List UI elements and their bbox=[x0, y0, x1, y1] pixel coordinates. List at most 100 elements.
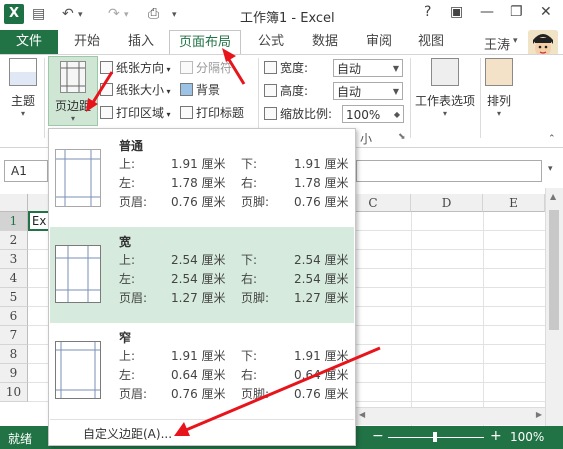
height-select[interactable]: 自动 ▼ bbox=[333, 82, 403, 100]
background-button[interactable]: 背景 bbox=[180, 80, 220, 100]
redo-icon[interactable]: ↷ bbox=[108, 6, 120, 22]
value-bottom: 2.54 厘米 bbox=[294, 253, 349, 267]
value-top: 1.91 厘米 bbox=[171, 349, 226, 363]
row-header[interactable]: 6 bbox=[0, 307, 28, 326]
row-header[interactable]: 3 bbox=[0, 250, 28, 269]
tab-review[interactable]: 审阅 bbox=[356, 30, 402, 54]
size-button[interactable]: 纸张大小 ▾ bbox=[100, 80, 171, 100]
value-right: 0.64 厘米 bbox=[294, 368, 349, 382]
row-header[interactable]: 10 bbox=[0, 383, 28, 402]
tab-formulas[interactable]: 公式 bbox=[248, 30, 294, 54]
collapse-ribbon-icon[interactable]: ⌃ bbox=[548, 134, 556, 144]
minimize-button[interactable]: — bbox=[480, 4, 494, 20]
customize-toolbar-icon[interactable]: ▾ bbox=[172, 10, 177, 20]
dialog-launcher-icon[interactable]: ⬊ bbox=[398, 132, 406, 142]
background-icon bbox=[180, 83, 193, 96]
grid-line bbox=[483, 212, 484, 426]
row-header[interactable]: 4 bbox=[0, 269, 28, 288]
margin-option-normal[interactable]: 普通 上: 1.91 厘米 下: 1.91 厘米 左: 1.78 厘米 右: 1… bbox=[50, 131, 354, 227]
restore-button[interactable]: ❐ bbox=[510, 4, 523, 20]
active-cell[interactable]: Ex bbox=[28, 211, 50, 231]
expand-formula-icon[interactable]: ▾ bbox=[548, 164, 553, 174]
breaks-label: 分隔符 bbox=[196, 61, 233, 75]
row-header[interactable]: 2 bbox=[0, 231, 28, 250]
name-box[interactable]: A1 bbox=[4, 160, 48, 182]
label-right: 右: bbox=[241, 176, 258, 190]
ribbon-divider bbox=[410, 58, 411, 138]
breaks-button[interactable]: 分隔符 bbox=[180, 58, 232, 78]
arrange-label: 排列 bbox=[486, 94, 511, 108]
custom-margins-item[interactable]: 自定义边距(A)... bbox=[83, 425, 172, 442]
chevron-down-icon: ▼ bbox=[392, 87, 399, 96]
tab-insert[interactable]: 插入 bbox=[116, 30, 166, 54]
undo-icon[interactable]: ↶ bbox=[62, 6, 74, 22]
scale-icon bbox=[264, 107, 277, 120]
scroll-left-icon[interactable]: ◀ bbox=[359, 410, 365, 419]
themes-button[interactable]: 主题 ▾ bbox=[4, 58, 42, 118]
help-button[interactable]: ? bbox=[424, 4, 431, 20]
print-preview-icon[interactable]: ⎙ bbox=[148, 6, 159, 22]
print-titles-button[interactable]: 打印标题 bbox=[180, 103, 244, 123]
value-bottom: 1.91 厘米 bbox=[294, 157, 349, 171]
tab-file[interactable]: 文件 bbox=[0, 30, 58, 54]
zoom-out-button[interactable]: − bbox=[372, 428, 384, 444]
margin-option-wide[interactable]: 宽 上: 2.54 厘米 下: 2.54 厘米 左: 2.54 厘米 右: 2.… bbox=[50, 227, 354, 323]
margins-label: 页边距 bbox=[54, 99, 91, 113]
label-top: 上: bbox=[119, 157, 136, 171]
margin-option-title: 宽 bbox=[119, 235, 132, 249]
zoom-slider-thumb[interactable] bbox=[433, 432, 437, 442]
formula-input[interactable] bbox=[356, 160, 542, 182]
margin-option-title: 窄 bbox=[119, 331, 132, 345]
zoom-in-button[interactable]: + bbox=[490, 428, 502, 444]
spinner-icon[interactable]: ◆ bbox=[394, 106, 400, 124]
margins-icon bbox=[60, 61, 86, 93]
row-header[interactable]: 7 bbox=[0, 326, 28, 345]
zoom-level[interactable]: 100% bbox=[510, 430, 544, 444]
ribbon-display-icon[interactable]: ▣ bbox=[450, 4, 463, 20]
close-button[interactable]: ✕ bbox=[540, 4, 552, 20]
row-header[interactable]: 9 bbox=[0, 364, 28, 383]
tab-data[interactable]: 数据 bbox=[302, 30, 348, 54]
value-left: 2.54 厘米 bbox=[171, 272, 226, 286]
scrollbar-thumb[interactable] bbox=[549, 210, 559, 330]
ribbon-divider bbox=[480, 58, 481, 138]
margin-option-narrow[interactable]: 窄 上: 1.91 厘米 下: 1.91 厘米 左: 0.64 厘米 右: 0.… bbox=[50, 323, 354, 419]
row-header[interactable]: 1 bbox=[0, 212, 28, 231]
row-header[interactable]: 5 bbox=[0, 288, 28, 307]
label-top: 上: bbox=[119, 253, 136, 267]
value-footer: 0.76 厘米 bbox=[294, 195, 349, 209]
sheet-options-button[interactable]: 工作表选项 ▾ bbox=[412, 58, 478, 118]
tab-home[interactable]: 开始 bbox=[62, 30, 112, 54]
redo-dropdown-icon[interactable]: ▾ bbox=[124, 10, 129, 20]
column-header[interactable]: D bbox=[411, 194, 483, 212]
save-icon[interactable]: ▤ bbox=[32, 6, 45, 22]
tab-view[interactable]: 视图 bbox=[408, 30, 454, 54]
margins-button[interactable]: 页边距 ▾ bbox=[48, 56, 98, 126]
user-dropdown-icon[interactable]: ▾ bbox=[513, 36, 518, 46]
value-top: 1.91 厘米 bbox=[171, 157, 226, 171]
tab-page-layout[interactable]: 页面布局 bbox=[169, 30, 241, 54]
scroll-right-icon[interactable]: ▶ bbox=[536, 410, 542, 419]
value-right: 1.78 厘米 bbox=[294, 176, 349, 190]
row-header[interactable]: 8 bbox=[0, 345, 28, 364]
user-name[interactable]: 王涛 bbox=[484, 34, 510, 53]
value-top: 2.54 厘米 bbox=[171, 253, 226, 267]
arrange-button[interactable]: 排列 ▾ bbox=[482, 58, 516, 118]
sheet-options-label: 工作表选项 bbox=[414, 94, 475, 108]
print-area-button[interactable]: 打印区域 ▾ bbox=[100, 103, 171, 123]
label-bottom: 下: bbox=[241, 349, 258, 363]
sheet-options-icon bbox=[431, 58, 459, 86]
select-all-corner[interactable] bbox=[0, 194, 28, 212]
scale-input[interactable]: 100% ◆ bbox=[342, 105, 404, 123]
ribbon-divider bbox=[44, 58, 45, 138]
grid-line bbox=[411, 212, 412, 426]
orientation-button[interactable]: 纸张方向 ▾ bbox=[100, 58, 171, 78]
column-header[interactable]: E bbox=[483, 194, 545, 212]
undo-dropdown-icon[interactable]: ▾ bbox=[78, 10, 83, 20]
scroll-up-icon[interactable]: ▲ bbox=[550, 192, 556, 201]
horizontal-scrollbar[interactable]: ◀ ▶ bbox=[356, 407, 545, 425]
value-footer: 0.76 厘米 bbox=[294, 387, 349, 401]
width-select[interactable]: 自动 ▼ bbox=[333, 59, 403, 77]
vertical-scrollbar[interactable]: ▲ bbox=[545, 188, 563, 426]
menu-divider bbox=[50, 419, 354, 420]
